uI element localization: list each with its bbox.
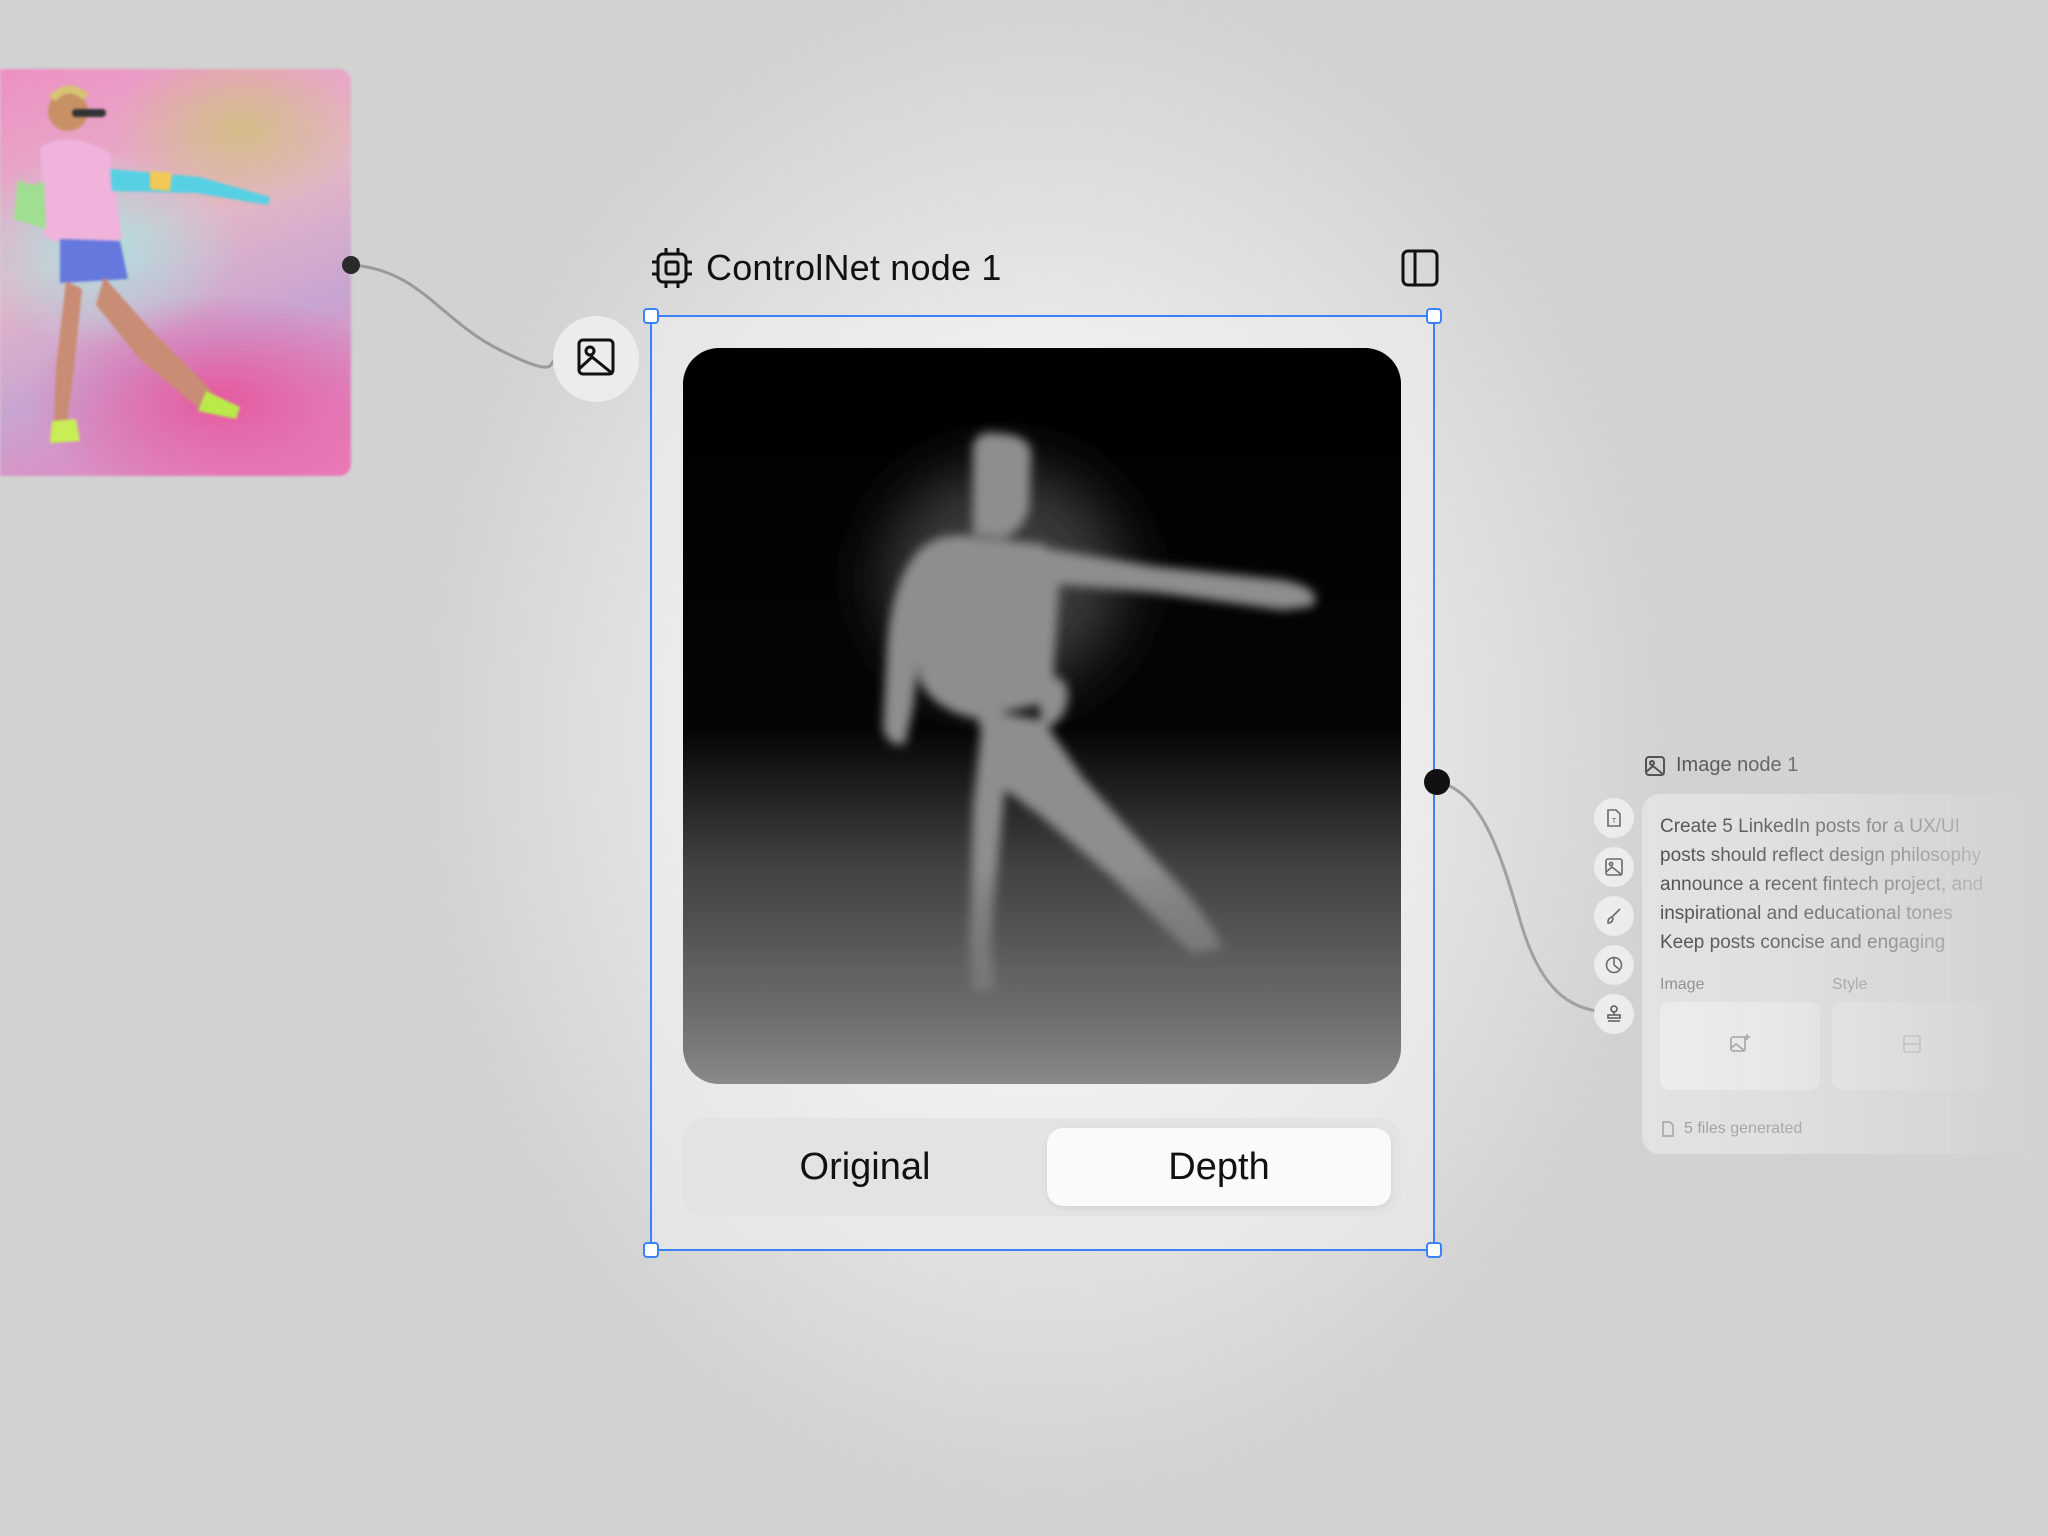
controlnet-node-header: ControlNet node 1 [650, 240, 1440, 296]
timer-icon[interactable] [1594, 945, 1634, 985]
prompt-line: posts should reflect design philosophy [1660, 845, 1982, 866]
files-generated: 5 files generated [1660, 1120, 1802, 1138]
text-file-icon[interactable]: T [1594, 798, 1634, 838]
prompt-line: announce a recent fintech project, and [1660, 874, 1984, 895]
dancer-figure [14, 85, 270, 443]
image-node-header: Image node 1 [1644, 754, 1798, 777]
chip-icon [650, 246, 694, 290]
image-node: Image node 1 T Create 5 LinkedIn posts f… [1580, 750, 2048, 1170]
stamp-icon[interactable] [1594, 994, 1634, 1034]
image-node-card[interactable]: Create 5 LinkedIn posts for a UX/UI post… [1642, 794, 2048, 1154]
controlnet-output-port[interactable] [1424, 769, 1450, 795]
resize-handle-bottom-right[interactable] [1426, 1242, 1442, 1258]
image-field-label: Image [1660, 976, 1705, 993]
image-add-icon [1728, 1032, 1752, 1061]
file-icon [1660, 1121, 1676, 1137]
depth-map-preview [683, 348, 1401, 1084]
prompt-text[interactable]: Create 5 LinkedIn posts for a UX/UI post… [1660, 812, 2048, 957]
style-add-icon [1900, 1032, 1924, 1061]
source-image-card[interactable] [0, 69, 351, 476]
image-icon[interactable] [1594, 847, 1634, 887]
image-icon [576, 337, 616, 382]
view-mode-toggle: Original Depth [683, 1118, 1401, 1216]
image-input-button[interactable] [553, 316, 639, 402]
prompt-line: inspirational and educational tones [1660, 903, 1953, 924]
svg-text:T: T [1611, 817, 1617, 825]
resize-handle-top-right[interactable] [1426, 308, 1442, 324]
prompt-line: Keep posts concise and engaging [1660, 932, 1946, 953]
source-output-port[interactable] [342, 256, 360, 274]
tab-depth[interactable]: Depth [1047, 1128, 1391, 1206]
style-field-label: Style [1832, 976, 1868, 993]
sidebar-toggle-icon[interactable] [1400, 248, 1440, 293]
image-node-toolbar: T [1588, 798, 1640, 1034]
prompt-line: Create 5 LinkedIn posts for a UX/UI [1660, 816, 1960, 837]
node-title: ControlNet node 1 [706, 247, 1002, 288]
image-icon [1644, 755, 1666, 777]
tab-original[interactable]: Original [693, 1128, 1037, 1206]
image-node-title: Image node 1 [1676, 754, 1799, 776]
files-generated-text: 5 files generated [1684, 1120, 1803, 1137]
image-upload-box[interactable] [1660, 1002, 1820, 1090]
resize-handle-top-left[interactable] [643, 308, 659, 324]
resize-handle-bottom-left[interactable] [643, 1242, 659, 1258]
style-upload-box[interactable] [1832, 1002, 1992, 1090]
brush-icon[interactable] [1594, 896, 1634, 936]
